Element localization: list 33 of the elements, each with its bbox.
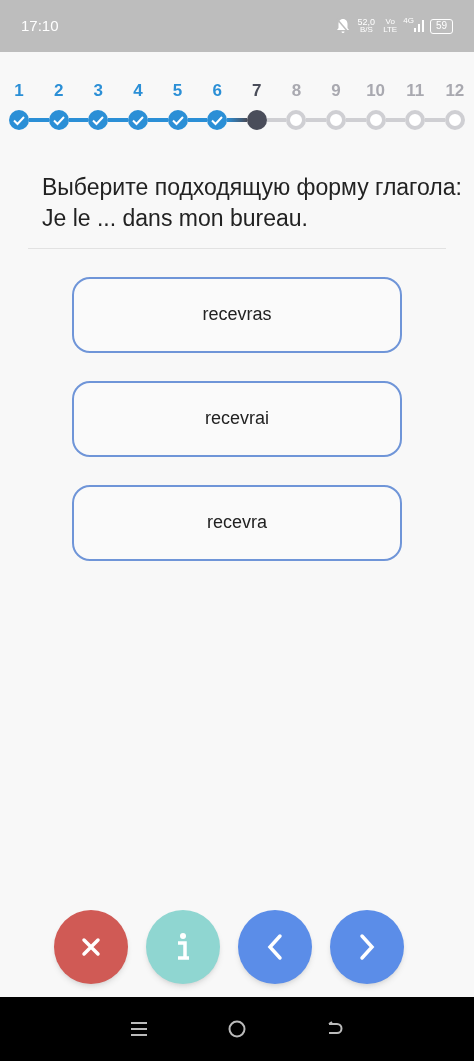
question-text: Выберите подходящую форму глагола: Je le ... dans mon bureau. — [42, 172, 463, 233]
network-speed: 52,0 — [357, 18, 376, 26]
step-number: 6 — [211, 80, 223, 102]
step-number: 12 — [444, 80, 465, 102]
step-number: 8 — [290, 80, 303, 102]
answer-option[interactable]: recevras — [72, 276, 402, 353]
step-number: 9 — [330, 80, 342, 102]
step-number: 10 — [365, 80, 386, 102]
home-icon[interactable] — [228, 1020, 246, 1038]
previous-button[interactable] — [238, 910, 312, 984]
muted-bell-icon — [335, 18, 350, 34]
chevron-left-icon — [267, 933, 283, 961]
info-icon — [175, 933, 191, 961]
clock: 17:10 — [21, 15, 59, 36]
close-icon — [80, 936, 102, 958]
answer-option[interactable]: recevra — [72, 484, 402, 561]
volte-label: LTE — [383, 26, 398, 34]
step-number: 2 — [52, 80, 65, 102]
next-button[interactable] — [330, 910, 404, 984]
signal-icon — [413, 20, 424, 32]
step-number: 1 — [13, 80, 25, 102]
answer-option[interactable]: recevrai — [72, 380, 402, 457]
step-number: 4 — [132, 80, 144, 102]
close-button[interactable] — [54, 910, 128, 984]
step-number: 7 — [251, 80, 263, 102]
step-number: 3 — [92, 80, 104, 102]
network-type: 4G — [403, 15, 414, 27]
step-number: 5 — [171, 80, 184, 102]
battery-indicator: 59 — [429, 18, 453, 34]
menu-icon[interactable] — [130, 1021, 148, 1037]
chevron-right-icon — [359, 933, 375, 961]
back-icon[interactable] — [326, 1021, 344, 1037]
step-number: 11 — [405, 80, 426, 102]
